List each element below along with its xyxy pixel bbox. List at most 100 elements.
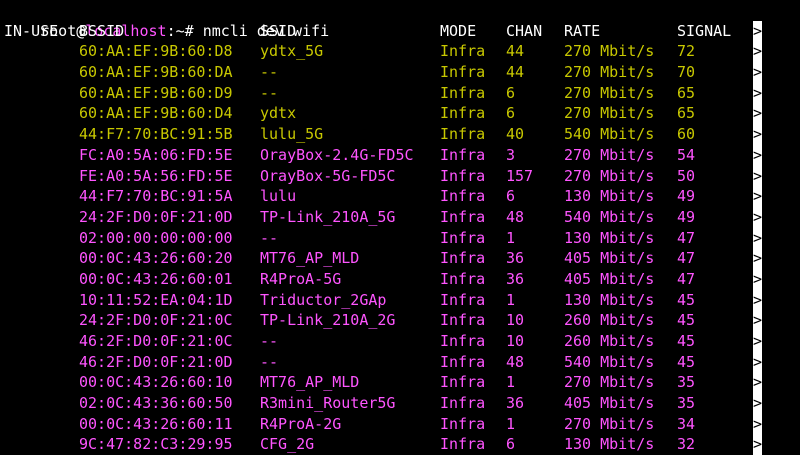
- ssid-cell: TP-Link_210A_2G: [260, 311, 396, 330]
- bars-marker: >: [753, 124, 763, 145]
- ssid-cell: ydtx: [260, 104, 297, 123]
- header-mode: MODE: [440, 21, 477, 40]
- bars-marker: >: [753, 248, 763, 269]
- bssid-cell: FE:A0:5A:56:FD:5E: [79, 166, 233, 185]
- bssid-cell: 44:F7:70:BC:91:5B: [79, 125, 233, 144]
- ssid-cell: CFG_2G: [260, 435, 315, 454]
- header-signal: SIGNAL: [677, 21, 732, 40]
- mode-cell: Infra: [440, 145, 486, 164]
- rate-cell: 405 Mbit/s: [564, 269, 655, 288]
- signal-cell: 65: [677, 104, 696, 123]
- mode-cell: Infra: [440, 311, 486, 330]
- signal-cell: 32: [677, 435, 696, 454]
- table-row: 60:AA:EF:9B:60:D8 ydtx_5G Infra 44 270 Mbit/…: [4, 41, 800, 63]
- bssid-cell: 60:AA:EF:9B:60:D8: [79, 42, 233, 61]
- rate-cell: 270 Mbit/s: [564, 63, 655, 82]
- bssid-cell: 60:AA:EF:9B:60:D4: [79, 104, 233, 123]
- chan-cell: 10: [506, 311, 525, 330]
- header-chan: CHAN: [506, 21, 543, 40]
- bssid-cell: 24:2F:D0:0F:21:0C: [79, 311, 233, 330]
- table-row: FE:A0:5A:56:FD:5E OrayBox-5G-FD5C Infra 157…: [4, 165, 800, 187]
- mode-cell: Infra: [440, 207, 486, 226]
- bssid-cell: FC:A0:5A:06:FD:5E: [79, 145, 233, 164]
- chan-cell: 6: [506, 187, 516, 206]
- table-row: 00:0C:43:26:60:10 MT76_AP_MLD Infra 1 270 Mb…: [4, 372, 800, 394]
- signal-cell: 45: [677, 311, 696, 330]
- signal-cell: 50: [677, 166, 696, 185]
- signal-cell: 65: [677, 83, 696, 102]
- rate-cell: 130 Mbit/s: [564, 187, 655, 206]
- bars-marker: >: [753, 62, 763, 83]
- table-row: 02:0C:43:36:60:50 R3mini_Router5G Infra 36 4…: [4, 393, 800, 414]
- signal-cell: 47: [677, 249, 696, 268]
- mode-cell: Infra: [440, 187, 486, 206]
- ssid-cell: --: [260, 228, 279, 247]
- ssid-cell: Triductor_2GAp: [260, 290, 387, 309]
- bssid-cell: 24:2F:D0:0F:21:0D: [79, 207, 233, 226]
- bars-marker: >: [753, 310, 763, 331]
- chan-cell: 10: [506, 332, 525, 350]
- wifi-network-list: 60:AA:EF:9B:60:D8 ydtx_5G Infra 44 270 Mbit/…: [4, 41, 800, 455]
- chan-cell: 44: [506, 63, 525, 82]
- chan-cell: 44: [506, 42, 525, 61]
- ssid-cell: OrayBox-5G-FD5C: [260, 166, 396, 185]
- chan-cell: 157: [506, 166, 534, 185]
- bars-marker: >: [753, 41, 763, 63]
- signal-cell: 47: [677, 228, 696, 247]
- signal-cell: 35: [677, 394, 696, 413]
- header-bssid: BSSID: [79, 21, 125, 40]
- terminal-window[interactable]: root@localhost:~# nmcli dev wifi IN-USE …: [4, 0, 800, 455]
- bars-marker: >: [753, 206, 763, 228]
- chan-cell: 36: [506, 249, 525, 268]
- mode-cell: Infra: [440, 269, 486, 288]
- mode-cell: Infra: [440, 352, 486, 371]
- table-row: 9C:47:82:C3:29:95 CFG_2G Infra 6 130 Mbit/s 3…: [4, 434, 800, 455]
- chan-cell: 3: [506, 145, 516, 164]
- signal-cell: 45: [677, 290, 696, 309]
- table-row: 60:AA:EF:9B:60:D9 -- Infra 6 270 Mbit/s 65 >: [4, 82, 800, 104]
- rate-cell: 260 Mbit/s: [564, 332, 655, 350]
- rate-cell: 270 Mbit/s: [564, 166, 655, 185]
- bars-marker: >: [753, 268, 763, 290]
- chan-cell: 1: [506, 228, 516, 247]
- ssid-cell: OrayBox-2.4G-FD5C: [260, 145, 414, 164]
- rate-cell: 540 Mbit/s: [564, 125, 655, 144]
- mode-cell: Infra: [440, 166, 486, 185]
- header-ssid: SSID: [260, 21, 297, 40]
- chan-cell: 36: [506, 269, 525, 288]
- table-row: 24:2F:D0:0F:21:0C TP-Link_210A_2G Infra 10 2…: [4, 310, 800, 331]
- table-row: 60:AA:EF:9B:60:DA -- Infra 44 270 Mbit/s 70 >: [4, 62, 800, 83]
- bars-marker: >: [753, 434, 763, 455]
- signal-cell: 60: [677, 125, 696, 144]
- chan-cell: 36: [506, 394, 525, 413]
- bssid-cell: 46:2F:D0:0F:21:0C: [79, 332, 233, 350]
- rate-cell: 270 Mbit/s: [564, 83, 655, 102]
- mode-cell: Infra: [440, 104, 486, 123]
- chan-cell: 6: [506, 435, 516, 454]
- mode-cell: Infra: [440, 125, 486, 144]
- rate-cell: 270 Mbit/s: [564, 104, 655, 123]
- chan-cell: 48: [506, 352, 525, 371]
- header-in-use: IN-USE: [4, 21, 59, 40]
- mode-cell: Infra: [440, 332, 486, 350]
- signal-cell: 45: [677, 352, 696, 371]
- chan-cell: 6: [506, 104, 516, 123]
- bssid-cell: 02:0C:43:36:60:50: [79, 394, 233, 413]
- table-row: 00:0C:43:26:60:20 MT76_AP_MLD Infra 36 405 M…: [4, 248, 800, 269]
- bars-marker: >: [753, 289, 763, 311]
- rate-cell: 540 Mbit/s: [564, 352, 655, 371]
- mode-cell: Infra: [440, 394, 486, 413]
- signal-cell: 35: [677, 373, 696, 392]
- bssid-cell: 44:F7:70:BC:91:5A: [79, 187, 233, 206]
- ssid-cell: lulu_5G: [260, 125, 324, 144]
- ssid-cell: ydtx_5G: [260, 42, 324, 61]
- header-rate: RATE: [564, 21, 601, 40]
- bssid-cell: 60:AA:EF:9B:60:DA: [79, 63, 233, 82]
- bars-marker: >: [753, 351, 763, 373]
- table-row: 44:F7:70:BC:91:5A lulu Infra 6 130 Mbit/s 49 >: [4, 186, 800, 207]
- bars-marker: >: [753, 165, 763, 187]
- ssid-cell: MT76_AP_MLD: [260, 249, 360, 268]
- table-row: FC:A0:5A:06:FD:5E OrayBox-2.4G-FD5C Infra 3…: [4, 144, 800, 166]
- rate-cell: 130 Mbit/s: [564, 290, 655, 309]
- mode-cell: Infra: [440, 373, 486, 392]
